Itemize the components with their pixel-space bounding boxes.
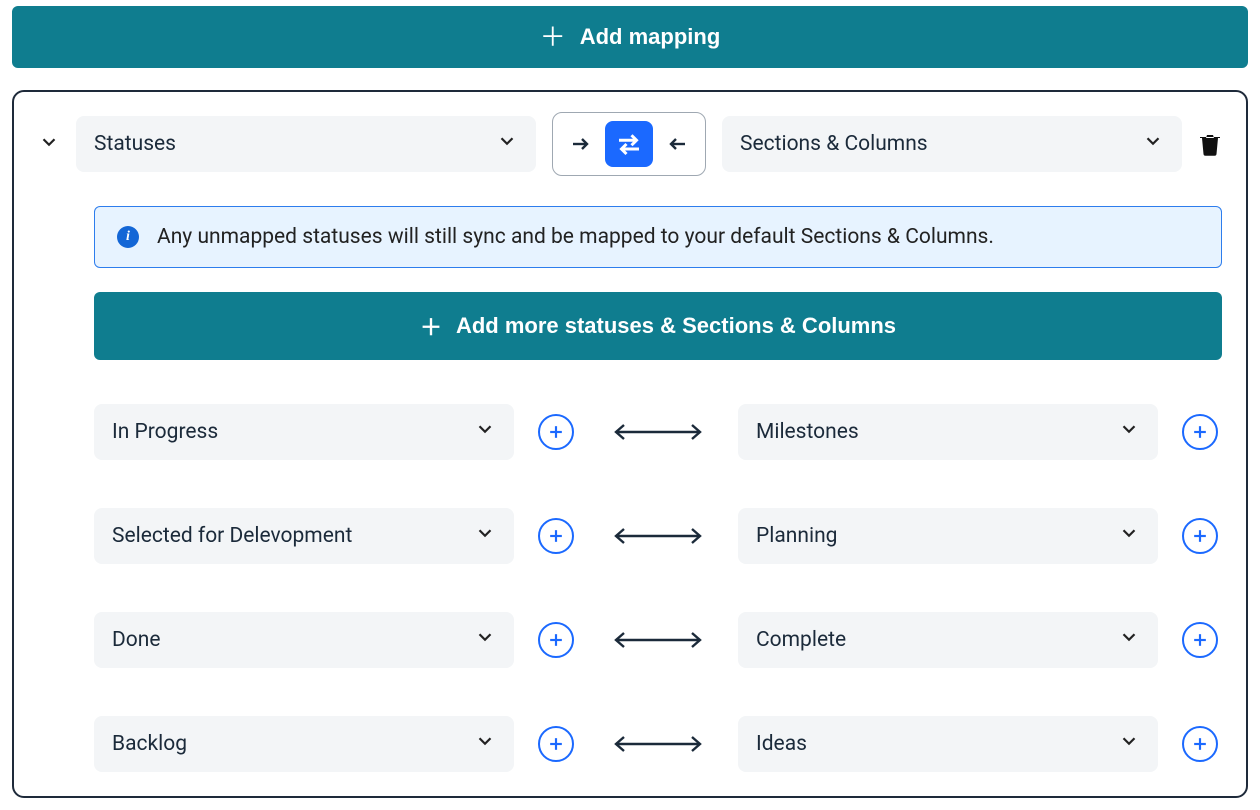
- mapping-card: Statuses Sections & Columns: [12, 90, 1248, 798]
- add-more-label: Add more statuses & Sections & Columns: [456, 313, 896, 339]
- add-left-value-button[interactable]: [538, 622, 574, 658]
- right-value-select[interactable]: Ideas: [738, 716, 1158, 772]
- mapping-row: Backlog Ideas: [94, 716, 1222, 772]
- bidirectional-arrow-icon: [598, 732, 718, 756]
- mapping-rows: In Progress Milestones Selected for Dele…: [94, 404, 1222, 772]
- plus-icon: ＋: [540, 24, 566, 50]
- right-value-label: Complete: [756, 628, 846, 652]
- add-left-value-button[interactable]: [538, 726, 574, 762]
- right-value-select[interactable]: Milestones: [738, 404, 1158, 460]
- chevron-down-icon: [474, 418, 496, 446]
- left-field-label: Statuses: [94, 132, 176, 156]
- add-left-value-button[interactable]: [538, 518, 574, 554]
- right-field-label: Sections & Columns: [740, 132, 928, 156]
- add-more-button[interactable]: ＋ Add more statuses & Sections & Columns: [94, 292, 1222, 360]
- left-value-select[interactable]: In Progress: [94, 404, 514, 460]
- info-banner: i Any unmapped statuses will still sync …: [94, 206, 1222, 268]
- chevron-down-icon: [474, 522, 496, 550]
- mapping-row: Selected for Delevopment Planning: [94, 508, 1222, 564]
- right-value-label: Planning: [756, 524, 837, 548]
- left-value-label: In Progress: [112, 420, 218, 444]
- chevron-down-icon: [474, 730, 496, 758]
- chevron-down-icon: [1118, 418, 1140, 446]
- chevron-down-icon: [1118, 730, 1140, 758]
- add-right-value-button[interactable]: [1182, 414, 1218, 450]
- plus-icon: ＋: [420, 310, 442, 342]
- direction-toggle-group: [552, 112, 706, 176]
- direction-right-button[interactable]: [565, 132, 597, 156]
- delete-mapping-button[interactable]: [1198, 131, 1222, 157]
- chevron-down-icon: [496, 130, 518, 158]
- collapse-toggle[interactable]: [38, 131, 60, 157]
- left-value-label: Backlog: [112, 732, 187, 756]
- info-icon: i: [117, 226, 139, 248]
- bidirectional-arrow-icon: [598, 420, 718, 444]
- add-right-value-button[interactable]: [1182, 622, 1218, 658]
- right-value-label: Milestones: [756, 420, 859, 444]
- mapping-row: Done Complete: [94, 612, 1222, 668]
- left-value-label: Done: [112, 628, 161, 652]
- add-right-value-button[interactable]: [1182, 518, 1218, 554]
- left-value-select[interactable]: Selected for Delevopment: [94, 508, 514, 564]
- chevron-down-icon: [1142, 130, 1164, 158]
- add-mapping-button[interactable]: ＋ Add mapping: [12, 6, 1248, 68]
- right-field-select[interactable]: Sections & Columns: [722, 116, 1182, 172]
- left-value-select[interactable]: Done: [94, 612, 514, 668]
- direction-left-button[interactable]: [661, 132, 693, 156]
- mapping-row: In Progress Milestones: [94, 404, 1222, 460]
- right-value-select[interactable]: Complete: [738, 612, 1158, 668]
- right-value-label: Ideas: [756, 732, 807, 756]
- add-right-value-button[interactable]: [1182, 726, 1218, 762]
- direction-both-button[interactable]: [605, 121, 653, 167]
- left-value-label: Selected for Delevopment: [112, 524, 352, 548]
- info-text: Any unmapped statuses will still sync an…: [157, 225, 994, 249]
- chevron-down-icon: [474, 626, 496, 654]
- add-left-value-button[interactable]: [538, 414, 574, 450]
- add-mapping-label: Add mapping: [580, 24, 721, 50]
- bidirectional-arrow-icon: [598, 628, 718, 652]
- right-value-select[interactable]: Planning: [738, 508, 1158, 564]
- field-selector-row: Statuses Sections & Columns: [38, 112, 1222, 176]
- left-value-select[interactable]: Backlog: [94, 716, 514, 772]
- card-body: i Any unmapped statuses will still sync …: [94, 206, 1222, 772]
- chevron-down-icon: [1118, 522, 1140, 550]
- chevron-down-icon: [1118, 626, 1140, 654]
- bidirectional-arrow-icon: [598, 524, 718, 548]
- left-field-select[interactable]: Statuses: [76, 116, 536, 172]
